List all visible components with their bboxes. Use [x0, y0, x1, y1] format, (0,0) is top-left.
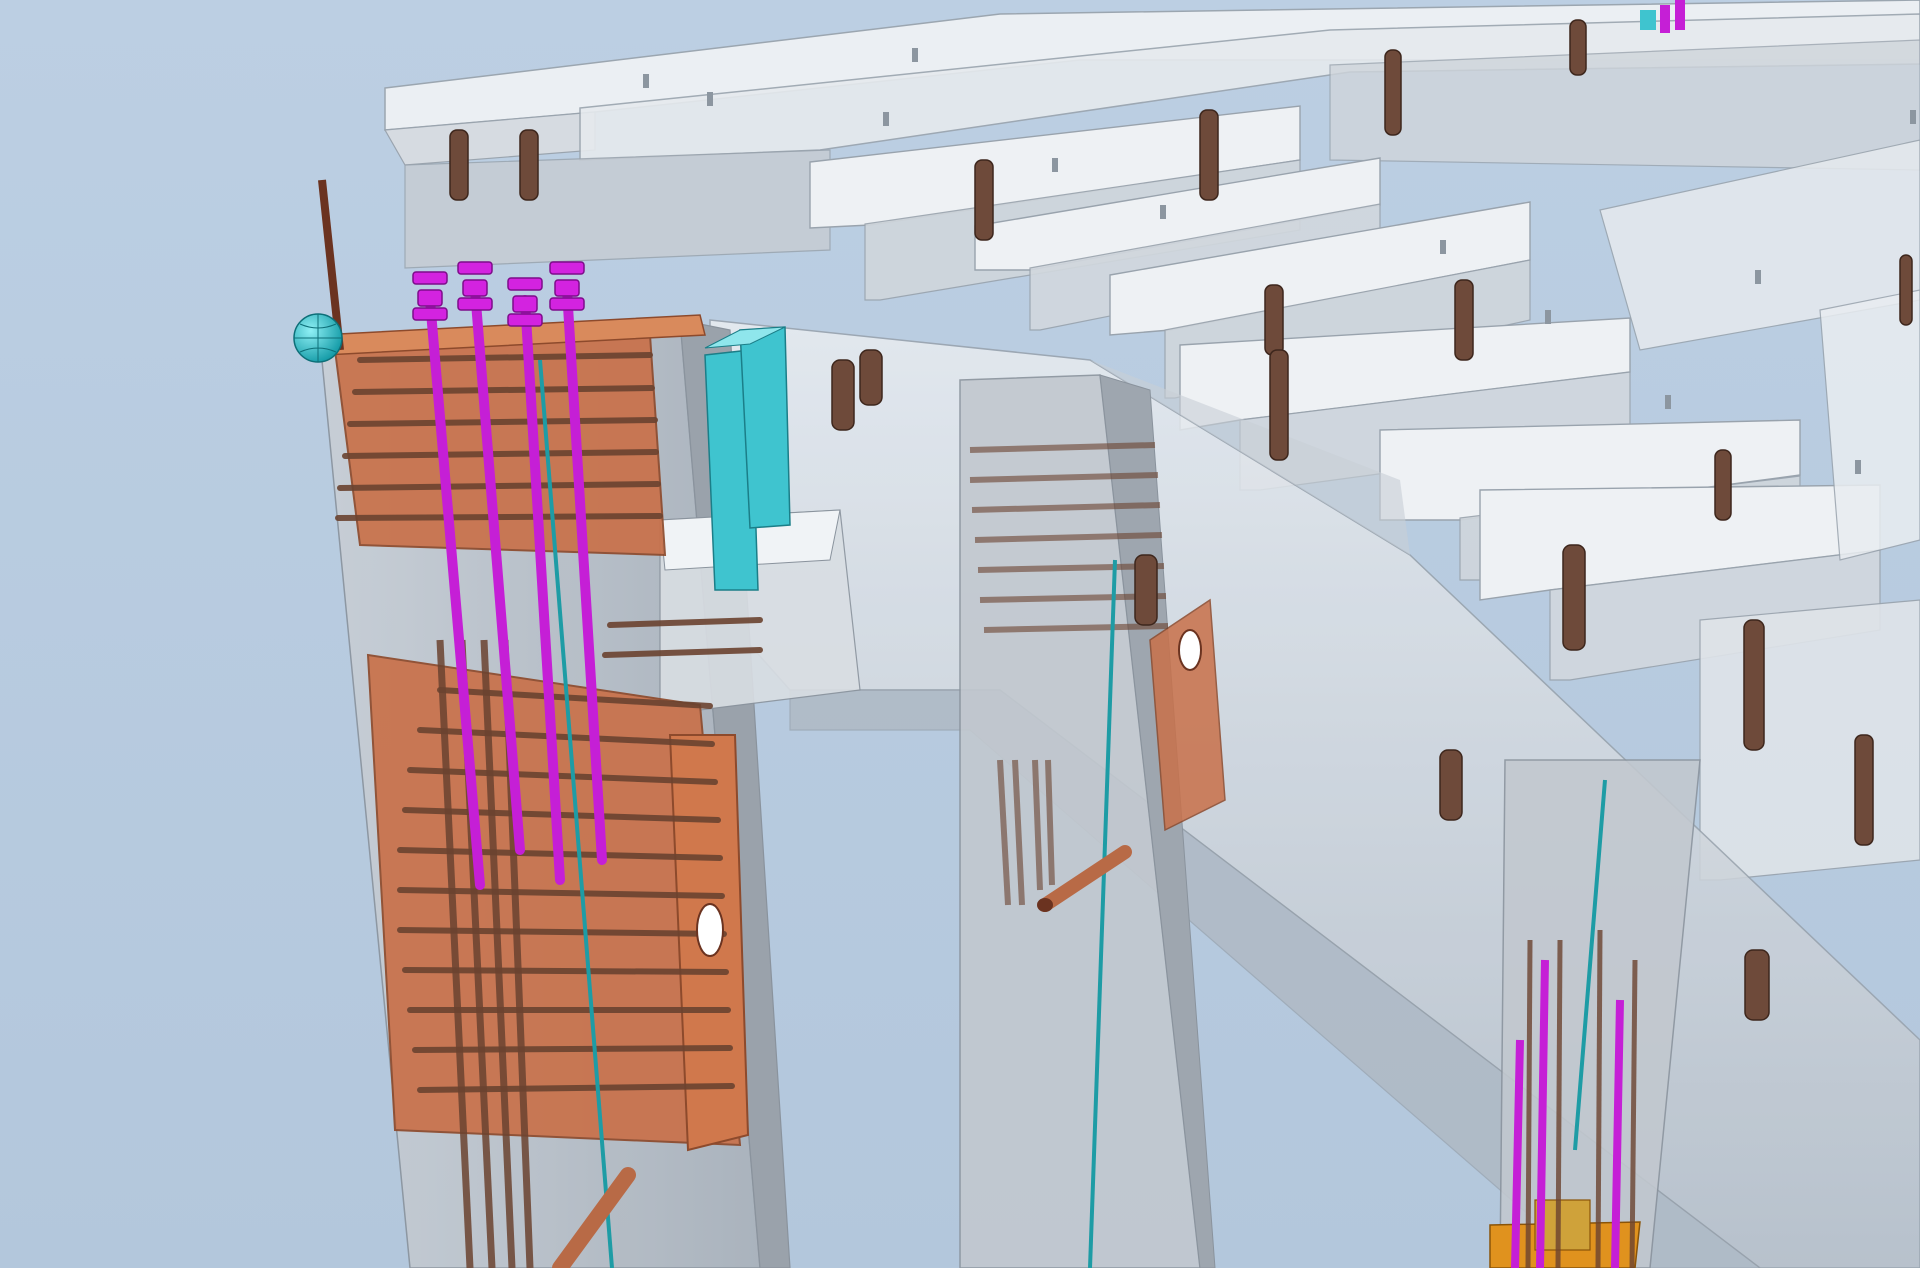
sphere-marker-icon[interactable]	[293, 313, 343, 363]
3d-model-viewport[interactable]	[0, 0, 1920, 1268]
